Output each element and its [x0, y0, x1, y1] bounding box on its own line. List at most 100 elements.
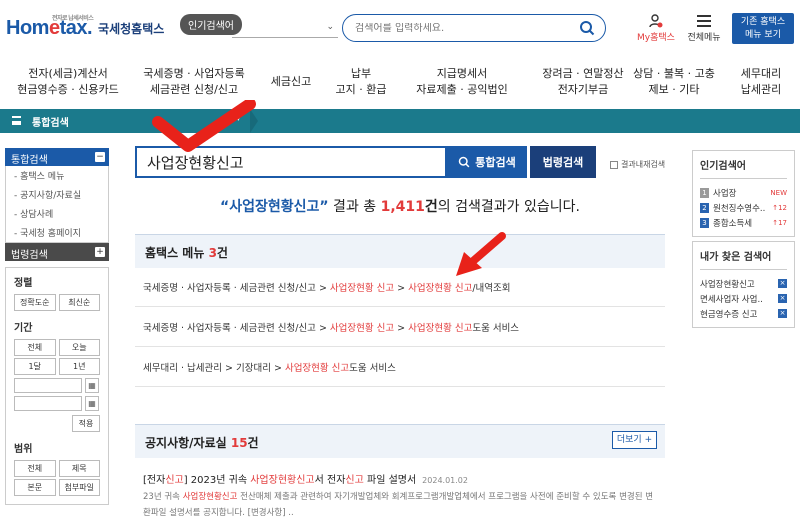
- scope-title-button[interactable]: 제목: [58, 460, 100, 477]
- total-search-button[interactable]: 통합검색: [447, 146, 527, 178]
- menu-icon[interactable]: [12, 116, 21, 125]
- scope-all-button[interactable]: 전체: [14, 460, 56, 477]
- highlight-text[interactable]: 사업장현황 신고: [330, 323, 394, 334]
- period-today-button[interactable]: 오늘: [58, 339, 100, 356]
- gnb-item-statement[interactable]: 지급명세서 자료제출 · 공익법인: [402, 62, 522, 102]
- close-icon[interactable]: ×: [778, 294, 787, 303]
- my-searches-title: 내가 찾은 검색어: [700, 248, 787, 270]
- rank-badge: 3: [700, 217, 709, 228]
- popular-keyword-select[interactable]: ⌄: [232, 18, 338, 38]
- expand-icon[interactable]: +: [95, 247, 105, 257]
- popular-item[interactable]: 3 종합소득세 ↑17: [700, 215, 787, 230]
- scope-title: 범위: [14, 444, 33, 455]
- menu-result-row[interactable]: 국세증명 · 사업자등록 · 세금관련 신청/신고 > 사업장현황 신고 > 사…: [135, 269, 665, 307]
- popular-item[interactable]: 1 사업장 NEW: [700, 185, 787, 200]
- calendar-icon[interactable]: ▦: [85, 378, 99, 393]
- gnb-item-consult[interactable]: 상담 · 불복 · 고충 제보 · 기타: [632, 62, 716, 102]
- law-search-button[interactable]: 법령검색: [530, 146, 596, 178]
- gnb-item-invoice[interactable]: 전자(세금)계산서 현금영수증 · 신용카드: [8, 62, 128, 102]
- notice-item-title[interactable]: [전자신고] 2023년 귀속 사업장현황신고서 전자신고 파일 설명서 2024…: [143, 471, 468, 486]
- menu-result-row[interactable]: 세무대리 · 납세관리 > 기장대리 > 사업장현황 신고도움 서비스: [135, 349, 665, 387]
- logo-wordmark: 전자로 납세서비스 Hometax.: [6, 16, 94, 40]
- notice-body-part: 23년 귀속: [143, 492, 183, 502]
- all-menu-button[interactable]: 전체메뉴: [684, 14, 724, 43]
- notice-section-header: 공지사항/자료실 15건: [135, 424, 665, 458]
- gnb-item-agent[interactable]: 세무대리 납세관리: [730, 62, 792, 102]
- my-search-keyword[interactable]: 면세사업자 사업..: [700, 293, 778, 305]
- notice-item-body: 23년 귀속 사업장현황신고 전산매체 제출과 관련하여 자기개발업체와 회계프…: [143, 489, 657, 521]
- path-suffix: 도움 서비스: [349, 363, 396, 374]
- popular-keyword[interactable]: 원천징수영수..: [713, 202, 769, 214]
- notice-title-part: 서 전자: [314, 475, 346, 486]
- popular-title: 인기검색어: [700, 157, 787, 179]
- start-date-input[interactable]: [14, 378, 82, 393]
- popular-keyword[interactable]: 사업장: [713, 187, 767, 199]
- top-search-input[interactable]: [355, 22, 575, 34]
- top-search-box[interactable]: [342, 14, 606, 42]
- popular-keyword[interactable]: 종합소득세: [713, 217, 769, 229]
- old-menu-button[interactable]: 기존 홈택스 메뉴 보기: [732, 13, 794, 44]
- menu-section-title: 홈택스 메뉴: [145, 246, 209, 260]
- gnb-item-certificate[interactable]: 국세증명 · 사업자등록 세금관련 신청/신고: [134, 62, 254, 102]
- scope-attachment-button[interactable]: 첨부파일: [58, 479, 100, 496]
- search-within-checkbox[interactable]: 결과내재검색: [610, 159, 665, 170]
- sidebar-item-nts[interactable]: - 국세청 홈페이지: [6, 223, 108, 242]
- left-sidebar: 통합검색 − - 홈택스 메뉴 - 공지사항/자료실 - 상담사례 - 국세청 …: [5, 148, 109, 505]
- my-hometax-button[interactable]: My홈택스: [634, 14, 678, 43]
- notice-title-part: 파일 설명서: [363, 475, 417, 486]
- highlight-text[interactable]: 사업장현황 신고: [330, 283, 394, 294]
- scope-body-button[interactable]: 본문: [14, 479, 56, 496]
- period-all-button[interactable]: 전체: [14, 339, 56, 356]
- close-icon[interactable]: ×: [778, 279, 787, 288]
- sidebar-item-notice[interactable]: - 공지사항/자료실: [6, 185, 108, 204]
- user-icon: [649, 14, 663, 28]
- popular-item[interactable]: 2 원천징수영수.. ↑12: [700, 200, 787, 215]
- highlight-text[interactable]: 사업장현황 신고: [285, 363, 349, 374]
- my-search-keyword[interactable]: 사업장현황신고: [700, 278, 778, 290]
- gnb-item-incentive[interactable]: 장려금 · 연말정산 전자기부금: [526, 62, 640, 102]
- notice-date: 2024.01.02: [422, 476, 468, 485]
- checkbox-box[interactable]: [610, 160, 618, 169]
- rank-status: ↑17: [772, 218, 787, 227]
- sidebar-item-menu[interactable]: - 홈택스 메뉴: [6, 166, 108, 185]
- gnb-item-tax-report[interactable]: 세금신고: [262, 62, 320, 102]
- close-icon[interactable]: ×: [778, 309, 787, 318]
- popular-keywords-panel: 인기검색어 1 사업장 NEW 2 원천징수영수.. ↑12 3 종합소득세 ↑…: [692, 150, 795, 237]
- sort-title: 정렬: [14, 278, 33, 289]
- chevron-down-icon: ⌄: [326, 22, 334, 32]
- location-bar: 통합검색 ▾: [0, 109, 800, 133]
- sort-accuracy-button[interactable]: 정확도순: [14, 294, 56, 311]
- highlight-text[interactable]: 사업장현황 신고: [408, 323, 472, 334]
- sidebar-head-law-search[interactable]: 법령검색 +: [5, 243, 109, 261]
- menu-result-row[interactable]: 국세증명 · 사업자등록 · 세금관련 신청/신고 > 사업장현황 신고 > 사…: [135, 309, 665, 347]
- collapse-icon[interactable]: −: [95, 152, 105, 162]
- my-search-item[interactable]: 면세사업자 사업.. ×: [700, 291, 787, 306]
- red-checkmark-annotation: [152, 100, 256, 152]
- gnb-item-payment[interactable]: 납부 고지 · 환급: [326, 62, 396, 102]
- period-1year-button[interactable]: 1년: [58, 358, 100, 375]
- my-search-item[interactable]: 현금영수증 신고 ×: [700, 306, 787, 321]
- sidebar-head-total-search[interactable]: 통합검색 −: [5, 148, 109, 166]
- path-separator: >: [394, 323, 409, 334]
- logo-text-left: Hom: [6, 16, 49, 39]
- sidebar-item-consult[interactable]: - 상담사례: [6, 204, 108, 223]
- hometax-logo[interactable]: 전자로 납세서비스 Hometax. 국세청홈택스: [6, 10, 164, 46]
- more-button[interactable]: 더보기 +: [612, 431, 657, 449]
- breadcrumb[interactable]: 통합검색: [32, 114, 69, 129]
- my-search-keyword[interactable]: 현금영수증 신고: [700, 308, 778, 320]
- sidebar-head2-label: 법령검색: [11, 250, 48, 261]
- period-title: 기간: [14, 323, 33, 334]
- red-arrow-annotation: [456, 232, 506, 276]
- period-1month-button[interactable]: 1달: [14, 358, 56, 375]
- end-date-input[interactable]: [14, 396, 82, 411]
- sort-latest-button[interactable]: 최신순: [58, 294, 100, 311]
- notice-section-count: 15: [230, 436, 248, 450]
- path-suffix: /내역조회: [472, 283, 511, 294]
- calendar-icon[interactable]: ▦: [85, 396, 99, 411]
- hamburger-icon: [697, 15, 711, 27]
- sidebar-head-label: 통합검색: [11, 155, 48, 166]
- apply-button[interactable]: 적용: [72, 415, 100, 432]
- highlight-text[interactable]: 사업장현황 신고: [408, 283, 472, 294]
- search-icon[interactable]: [579, 20, 595, 36]
- my-search-item[interactable]: 사업장현황신고 ×: [700, 276, 787, 291]
